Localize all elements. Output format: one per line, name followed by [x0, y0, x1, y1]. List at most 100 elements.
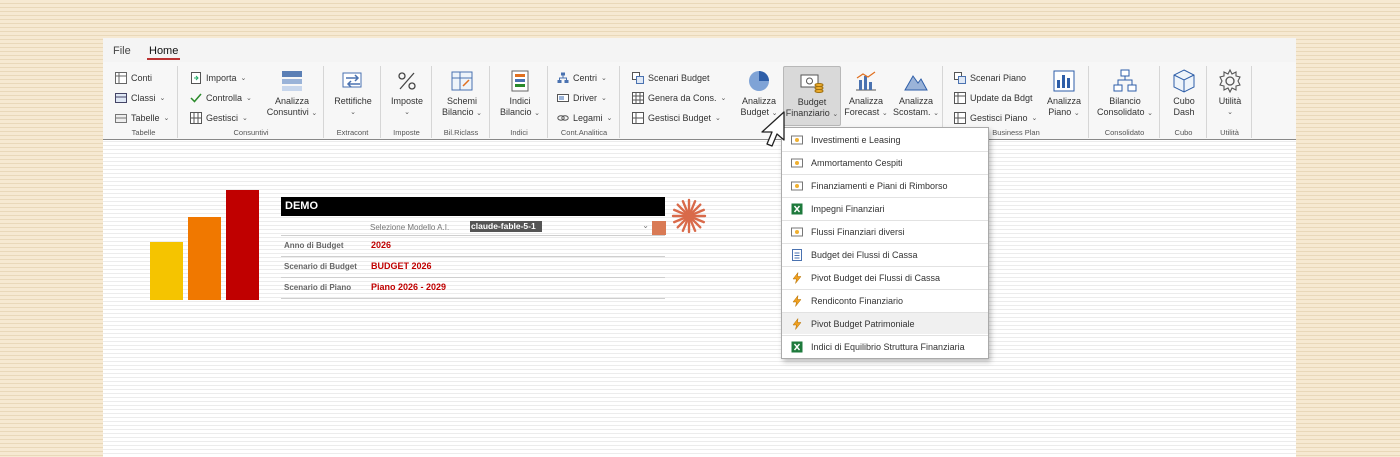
asterisk-icon — [671, 198, 707, 234]
org-chart-icon — [1113, 69, 1137, 92]
menu-file[interactable]: File — [113, 45, 131, 57]
controlla-button[interactable]: Controlla ⌄ — [190, 90, 252, 106]
chevron-down-icon: ⌄ — [534, 110, 540, 117]
menu-item-rendiconto[interactable]: Rendiconto Finanziario — [782, 289, 988, 311]
table-icon — [115, 114, 127, 123]
selection-label: Selezione Modello A.I. — [370, 223, 450, 232]
menu-item-label: Impegni Finanziari — [811, 203, 885, 214]
gestisci-piano-button[interactable]: Gestisci Piano ⌄ — [954, 110, 1037, 126]
gestisci-consuntivi-button[interactable]: Gestisci ⌄ — [190, 110, 248, 126]
menu-home[interactable]: Home — [146, 45, 181, 60]
menu-item-label: Rendiconto Finanziario — [811, 295, 904, 306]
gestisci-budget-button[interactable]: Gestisci Budget ⌄ — [632, 110, 721, 126]
row-value[interactable]: 2026 — [371, 240, 391, 250]
link-icon — [557, 115, 569, 121]
importa-button[interactable]: Importa ⌄ — [190, 70, 246, 86]
importa-label: Importa — [206, 73, 237, 83]
grid-icon — [954, 92, 966, 104]
centri-button[interactable]: Centri ⌄ — [557, 70, 607, 86]
cube-icon — [1173, 69, 1195, 93]
group-label: Utilità — [1220, 128, 1239, 137]
legami-button[interactable]: Legami ⌄ — [557, 110, 612, 126]
scenari-piano-button[interactable]: Scenari Piano — [954, 70, 1026, 86]
menu-item-impegni[interactable]: Impegni Finanziari — [782, 197, 988, 219]
budget-scenario-row: Scenario di Budget BUDGET 2026 — [281, 258, 665, 278]
row-value[interactable]: BUDGET 2026 — [371, 261, 432, 271]
app-window: File Home Conti Classi ⌄ Tabelle ⌄ Tabel… — [103, 38, 1296, 457]
group-consolidato: Bilancio Consolidato ⌄ Consolidato — [1090, 66, 1160, 138]
menu-item-budget-flussi[interactable]: Budget dei Flussi di Cassa — [782, 243, 988, 265]
group-consuntivi: Importa ⌄ Controlla ⌄ Gestisci ⌄ Analizz… — [179, 66, 324, 138]
genera-da-cons-button[interactable]: Genera da Cons. ⌄ — [632, 90, 726, 106]
gestisci-label: Gestisci — [206, 113, 239, 123]
group-tabelle: Conti Classi ⌄ Tabelle ⌄ Tabelle — [110, 66, 178, 138]
menu-item-investimenti[interactable]: Investimenti e Leasing — [782, 129, 988, 151]
menu-item-label: Finanziamenti e Piani di Rimborso — [811, 180, 948, 191]
rettifiche-button[interactable]: Rettifiche ⌄ — [329, 66, 377, 126]
group-bilriclass: Schemi Bilancio ⌄ Bil.Riclass — [433, 66, 490, 138]
analizza-piano-button[interactable]: Analizza Piano ⌄ — [1042, 66, 1086, 126]
indici-bilancio-button[interactable]: Indici Bilancio ⌄ — [495, 66, 545, 126]
update-da-bdgt-button[interactable]: Update da Bdgt — [954, 90, 1033, 106]
legami-label: Legami — [573, 113, 603, 123]
menu-item-label: Budget dei Flussi di Cassa — [811, 249, 918, 260]
tabelle-button[interactable]: Tabelle ⌄ — [115, 110, 169, 126]
group-label: Cont.Analitica — [560, 128, 608, 137]
chevron-down-icon: ⌄ — [404, 109, 410, 116]
group-indici: Indici Bilancio ⌄ Indici — [491, 66, 548, 138]
lightning-icon — [792, 317, 802, 330]
grid-icon — [115, 93, 127, 103]
chevron-down-icon: ⌄ — [311, 110, 318, 117]
cubo-label: Cubo — [1173, 96, 1195, 106]
layers-icon — [282, 71, 302, 91]
analizza-scostam-button[interactable]: Analizza Scostam. ⌄ — [891, 66, 941, 126]
menu-item-finanziamenti[interactable]: Finanziamenti e Piani di Rimborso — [782, 174, 988, 196]
chevron-down-icon: ⌄ — [242, 115, 248, 122]
sheet-area: DEMO Selezione Modello A.I. claude-fable… — [103, 140, 1296, 457]
chevron-down-icon: ⌄ — [715, 115, 721, 122]
lightning-icon — [792, 271, 802, 284]
utilita-button[interactable]: Utilità ⌄ — [1210, 66, 1250, 126]
model-select[interactable]: claude-fable-5-1 — [470, 221, 542, 232]
conti-label: Conti — [131, 73, 153, 83]
chevron-down-icon[interactable]: ⌄ — [642, 221, 649, 230]
group-label: Cubo — [1174, 128, 1193, 137]
imposte-button[interactable]: Imposte ⌄ — [384, 66, 430, 126]
chevron-down-icon: ⌄ — [476, 110, 482, 117]
menu-item-indici-equilibrio[interactable]: Indici di Equilibrio Struttura Finanziar… — [782, 335, 988, 357]
menu-item-ammortamento[interactable]: Ammortamento Cespiti — [782, 151, 988, 173]
menu-item-label: Flussi Finanziari diversi — [811, 226, 905, 237]
classi-button[interactable]: Classi ⌄ — [115, 90, 165, 106]
menu-item-pivot-patrimoniale[interactable]: Pivot Budget Patrimoniale — [782, 312, 988, 334]
analizza-forecast-button[interactable]: Analizza Forecast ⌄ — [843, 66, 889, 126]
bilancio-consolidato-button[interactable]: Bilancio Consolidato ⌄ — [1094, 66, 1156, 126]
indici-label: Indici — [509, 96, 531, 106]
menu-item-pivot-flussi[interactable]: Pivot Budget dei Flussi di Cassa — [782, 266, 988, 288]
imposte-label: Imposte — [390, 96, 423, 106]
budget-year-row: Anno di Budget 2026 — [281, 237, 665, 257]
cubo-dash-button[interactable]: Cubo Dash — [1163, 66, 1205, 126]
scenari-budget-button[interactable]: Scenari Budget — [632, 70, 710, 86]
scenario-icon — [954, 72, 966, 84]
chevron-down-icon: ⌄ — [159, 95, 166, 102]
chevron-down-icon: ⌄ — [933, 110, 939, 117]
row-label: Scenario di Budget — [284, 262, 357, 271]
driver-button[interactable]: Driver ⌄ — [557, 90, 607, 106]
money-icon — [791, 135, 803, 145]
menu-item-flussi-diversi[interactable]: Flussi Finanziari diversi — [782, 220, 988, 242]
row-value[interactable]: Piano 2026 - 2029 — [371, 282, 446, 292]
budget-finanziario-button[interactable]: Budget Finanziario ⌄ — [783, 66, 841, 126]
dash-label: Dash — [1173, 107, 1195, 117]
group-imposte: Imposte ⌄ Imposte — [382, 66, 432, 138]
analizza-label: Analizza — [1046, 96, 1082, 106]
money-icon — [791, 227, 803, 236]
schemi-bilancio-button[interactable]: Schemi Bilancio ⌄ — [437, 66, 487, 126]
excel-icon — [791, 341, 803, 352]
menu-bar: File Home — [103, 38, 1296, 62]
group-label: Extracont — [336, 128, 369, 137]
conti-button[interactable]: Conti — [115, 70, 152, 86]
chevron-down-icon: ⌄ — [350, 109, 356, 116]
excel-icon — [791, 203, 803, 214]
analizza-consuntivi-button[interactable]: Analizza Consuntivi ⌄ — [263, 66, 321, 126]
tabelle-label: Tabelle — [131, 113, 160, 123]
